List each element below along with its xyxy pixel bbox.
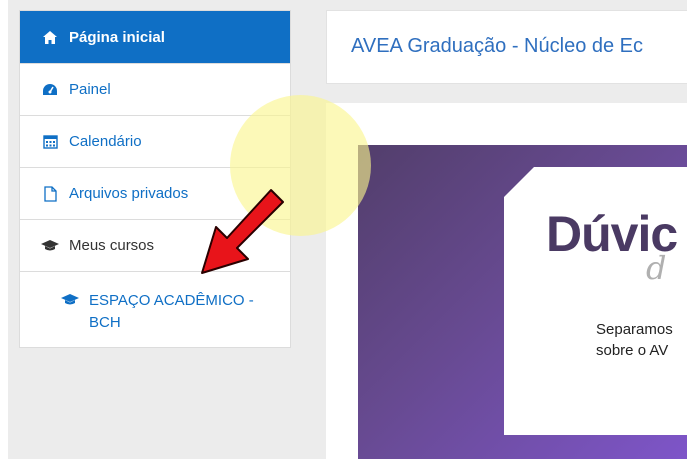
file-icon: [40, 185, 60, 202]
home-icon: [40, 30, 60, 44]
sidebar-item-dashboard[interactable]: Painel: [20, 64, 290, 116]
sidebar-item-label: Meus cursos: [69, 237, 155, 254]
graduation-cap-icon: [60, 293, 80, 306]
course-banner-image: Dúvic d Separamos sobre o AV: [358, 145, 687, 459]
sidebar-item-label: Painel: [69, 81, 111, 98]
window-edge: [0, 0, 8, 459]
sidebar-item-course-bch[interactable]: ESPAÇO ACADÊMICO - BCH: [20, 272, 290, 347]
sidebar-item-home[interactable]: Página inicial: [20, 11, 290, 64]
page-header: AVEA Graduação - Núcleo de Ec: [326, 10, 687, 84]
sidebar-item-label: Página inicial: [69, 28, 165, 46]
red-arrow-annotation: [201, 189, 284, 274]
dashboard-icon: [40, 83, 60, 97]
sidebar-item-label: Calendário: [69, 133, 142, 150]
banner-text: Separamos sobre o AV: [596, 319, 673, 361]
banner-script-text: d: [646, 249, 667, 287]
banner-card: Dúvic d Separamos sobre o AV: [504, 167, 687, 435]
banner-text-line: sobre o AV: [596, 342, 669, 359]
graduation-cap-icon: [40, 239, 60, 252]
banner-text-line: Separamos: [596, 321, 673, 338]
sidebar-item-label: ESPAÇO ACADÊMICO - BCH: [89, 292, 254, 331]
calendar-icon: [40, 134, 60, 149]
sidebar-item-label: Arquivos privados: [69, 185, 189, 202]
page-title: AVEA Graduação - Núcleo de Ec: [351, 35, 644, 57]
